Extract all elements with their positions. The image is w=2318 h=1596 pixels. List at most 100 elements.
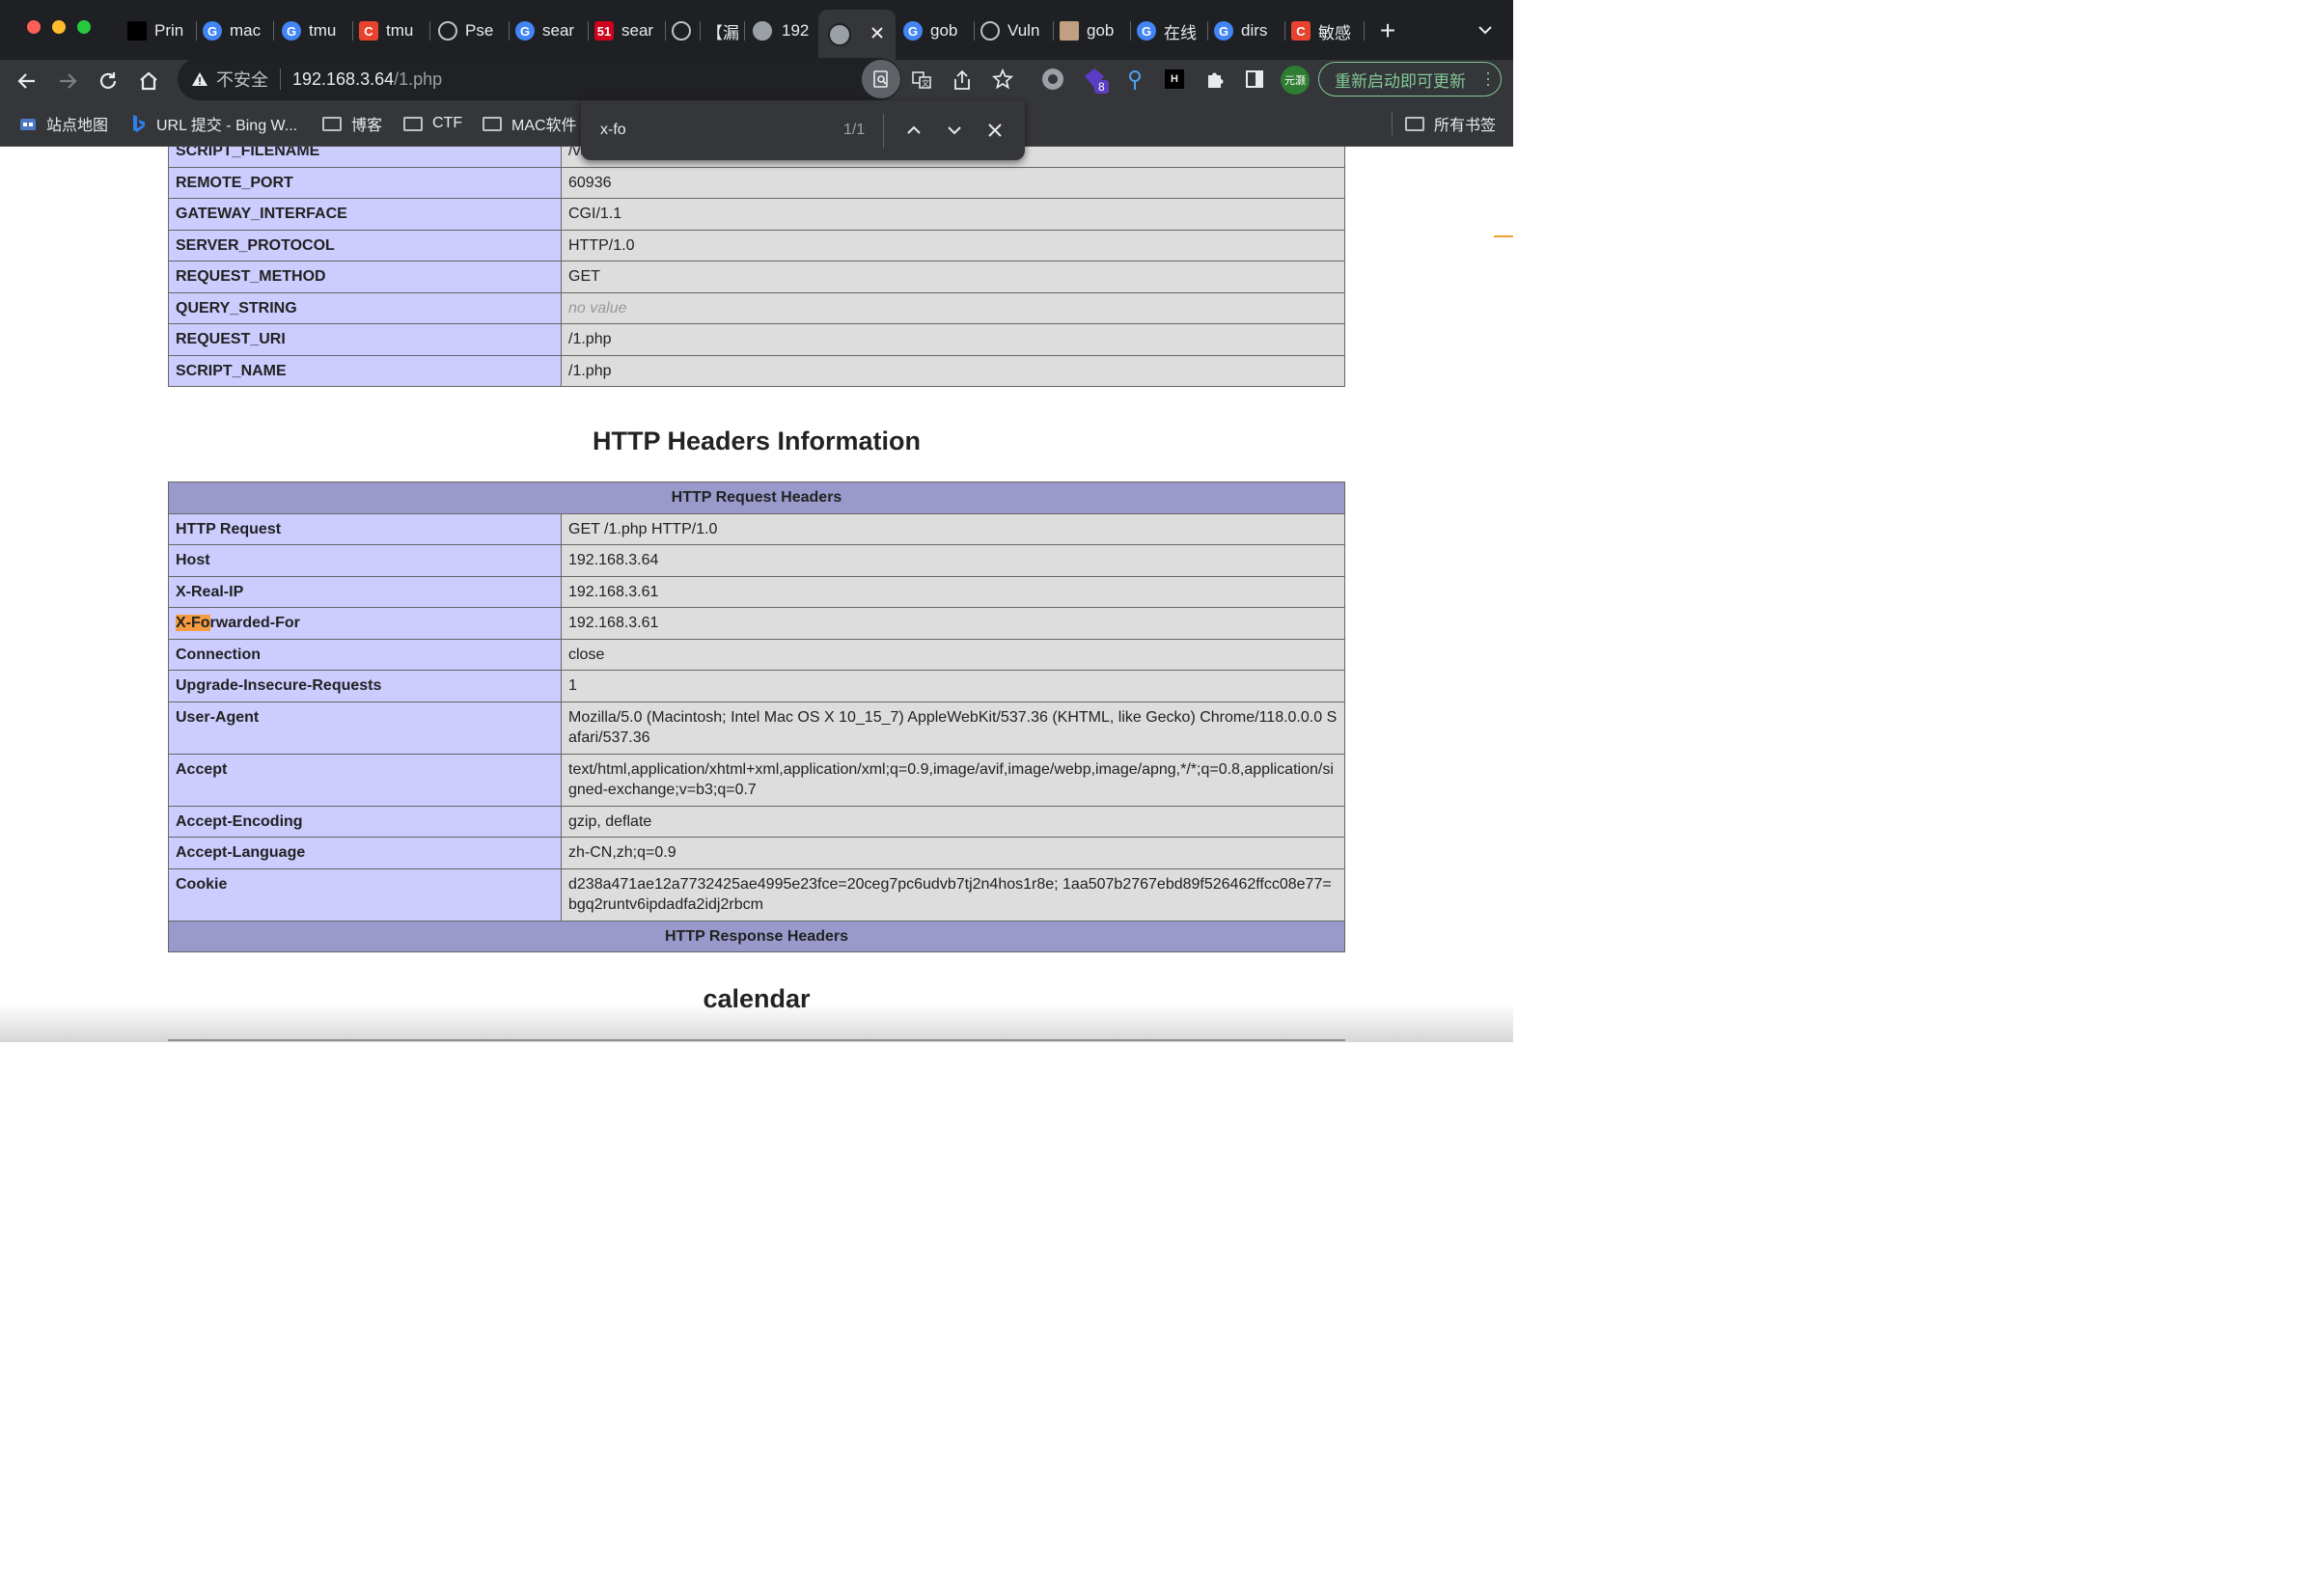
tab-12[interactable]: Vuln bbox=[977, 12, 1054, 50]
share-icon[interactable] bbox=[952, 69, 973, 91]
find-next-icon[interactable] bbox=[944, 120, 965, 141]
tab-14[interactable]: G 在线 bbox=[1133, 12, 1208, 50]
table-row: Accept text/html,application/xhtml+xml,ap… bbox=[168, 753, 1345, 807]
update-button[interactable]: 重新启动即可更新 · · · bbox=[1318, 62, 1502, 96]
header-key: Cookie bbox=[168, 867, 562, 922]
url-path[interactable]: /1.php bbox=[394, 69, 442, 90]
more-menu-icon[interactable]: · · · bbox=[1485, 64, 1491, 93]
header-value: 192.168.3.64 bbox=[561, 544, 1345, 577]
tab-label: tmu bbox=[309, 21, 337, 40]
tab-8[interactable]: 【漏 bbox=[703, 12, 745, 50]
home-icon[interactable] bbox=[135, 68, 162, 95]
new-tab-button[interactable]: + bbox=[1374, 17, 1401, 44]
globe-icon bbox=[828, 23, 851, 46]
bookmark-label: 博客 bbox=[351, 118, 383, 134]
folder-icon bbox=[483, 116, 502, 131]
tab-separator bbox=[665, 21, 666, 41]
row-key: GATEWAY_INTERFACE bbox=[168, 198, 562, 231]
forward-icon[interactable] bbox=[54, 68, 81, 95]
value-text: 60936 bbox=[568, 174, 612, 191]
row-value: CGI/1.1 bbox=[561, 198, 1345, 231]
tab-3[interactable]: Ctmu bbox=[355, 12, 430, 50]
tab-6[interactable]: 51 sear bbox=[591, 12, 666, 50]
maximize-window-button[interactable] bbox=[77, 20, 91, 34]
extensions-puzzle-icon[interactable] bbox=[1204, 69, 1226, 90]
extension-h-icon[interactable]: H bbox=[1165, 69, 1184, 89]
translate-icon[interactable]: 文 bbox=[911, 69, 932, 91]
tab-separator bbox=[588, 21, 589, 41]
burp-icon bbox=[438, 21, 457, 41]
tab-13[interactable]: gob bbox=[1056, 12, 1131, 50]
url-host[interactable]: 192.168.3.64 bbox=[292, 69, 394, 90]
bookmark-0[interactable]: 站点地图 bbox=[19, 112, 108, 135]
back-icon[interactable] bbox=[14, 68, 41, 95]
close-window-button[interactable] bbox=[27, 20, 41, 34]
tab-0[interactable]: Prin bbox=[124, 12, 197, 50]
page-content: SCRIPT_FILENAME/var/www/html/1.phpREMOTE… bbox=[0, 147, 1513, 1042]
tab-strip: Prin Gmac Gtmu Ctmu Pse Gsear 51 sear 【漏 192 Ggob V… bbox=[0, 0, 1513, 60]
tab-9[interactable]: 192 bbox=[747, 12, 816, 50]
google-icon: G bbox=[282, 21, 301, 41]
bookmark-star-icon[interactable] bbox=[991, 68, 1014, 90]
tab-label: gob bbox=[1087, 21, 1115, 40]
row-key: SCRIPT_FILENAME bbox=[168, 147, 562, 168]
csdn-icon: C bbox=[1291, 21, 1311, 41]
minimize-window-button[interactable] bbox=[52, 20, 66, 34]
tab-label: Pse bbox=[465, 21, 494, 40]
reload-icon[interactable] bbox=[95, 68, 122, 95]
extension-record-icon[interactable] bbox=[1042, 69, 1063, 90]
header-key: Host bbox=[168, 544, 562, 577]
bookmark-1[interactable]: URL 提交 - Bing W... bbox=[131, 112, 297, 135]
tab-separator bbox=[1364, 21, 1365, 41]
find-bar: x-fo 1/1 bbox=[581, 100, 1025, 160]
find-previous-icon[interactable] bbox=[903, 120, 924, 141]
tab-2[interactable]: Gtmu bbox=[278, 12, 353, 50]
bookmark-2[interactable]: 博客 bbox=[322, 112, 382, 135]
tab-close-icon[interactable] bbox=[870, 25, 884, 44]
header-key: HTTP Request bbox=[168, 512, 562, 545]
tab-5[interactable]: Gsear bbox=[511, 12, 589, 50]
tab-label: 192 bbox=[782, 21, 810, 40]
row-key: REQUEST_URI bbox=[168, 323, 562, 356]
find-input[interactable]: x-fo bbox=[600, 122, 626, 139]
response-headers-heading-row: HTTP Response Headers bbox=[168, 920, 1345, 952]
tab-11[interactable]: Ggob bbox=[899, 12, 975, 50]
google-icon: G bbox=[903, 21, 923, 41]
header-value: d238a471ae12a7732425ae4995e23fce=20ceg7p… bbox=[561, 867, 1345, 922]
tab-15[interactable]: Gdirs bbox=[1210, 12, 1285, 50]
address-bar[interactable]: 不安全 192.168.3.64/1.php bbox=[178, 58, 901, 100]
tab-10[interactable] bbox=[818, 10, 896, 60]
tab-7[interactable] bbox=[668, 12, 701, 50]
all-bookmarks-label: 所有书签 bbox=[1434, 118, 1497, 134]
globe-icon bbox=[751, 19, 774, 42]
find-in-page-icon[interactable] bbox=[862, 60, 900, 98]
side-panel-icon[interactable] bbox=[1245, 69, 1264, 89]
row-value: HTTP/1.0 bbox=[561, 229, 1345, 261]
extension-pin-icon[interactable] bbox=[1125, 69, 1145, 92]
table-row: GATEWAY_INTERFACE CGI/1.1 bbox=[168, 198, 1345, 231]
profile-avatar[interactable]: 元灏 bbox=[1281, 66, 1310, 95]
bookmark-4[interactable]: MAC软件 bbox=[483, 112, 577, 135]
find-close-icon[interactable] bbox=[984, 120, 1006, 141]
table-row: SERVER_PROTOCOL HTTP/1.0 bbox=[168, 229, 1345, 261]
tab-1[interactable]: Gmac bbox=[199, 12, 274, 50]
row-value: /1.php bbox=[561, 354, 1345, 387]
value-text: HTTP/1.0 bbox=[568, 236, 635, 254]
table-row: REQUEST_URI/1.php bbox=[168, 323, 1345, 356]
tab-label: dirs bbox=[1241, 21, 1268, 40]
row-key: REMOTE_PORT bbox=[168, 166, 562, 199]
header-value: 192.168.3.61 bbox=[561, 607, 1345, 640]
extension-gem-icon[interactable]: 8 bbox=[1083, 67, 1109, 94]
security-label[interactable]: 不安全 bbox=[216, 67, 268, 92]
bookmark-3[interactable]: CTF bbox=[403, 112, 462, 135]
table-row: Cookie d238a471ae12a7732425ae4995e23fce=2… bbox=[168, 867, 1345, 922]
header-value: text/html,application/xhtml+xml,applicat… bbox=[561, 753, 1345, 807]
tab-16[interactable]: C 敏感 bbox=[1287, 12, 1365, 50]
burp-icon bbox=[672, 21, 691, 41]
tab-4[interactable]: Pse bbox=[434, 12, 510, 50]
bookmarks-divider bbox=[1392, 112, 1393, 135]
warning-icon[interactable] bbox=[191, 70, 208, 88]
all-bookmarks-button[interactable]: 所有书签 bbox=[1405, 112, 1496, 135]
csdn-icon: C bbox=[359, 21, 378, 41]
tab-search-icon[interactable] bbox=[1473, 17, 1498, 42]
